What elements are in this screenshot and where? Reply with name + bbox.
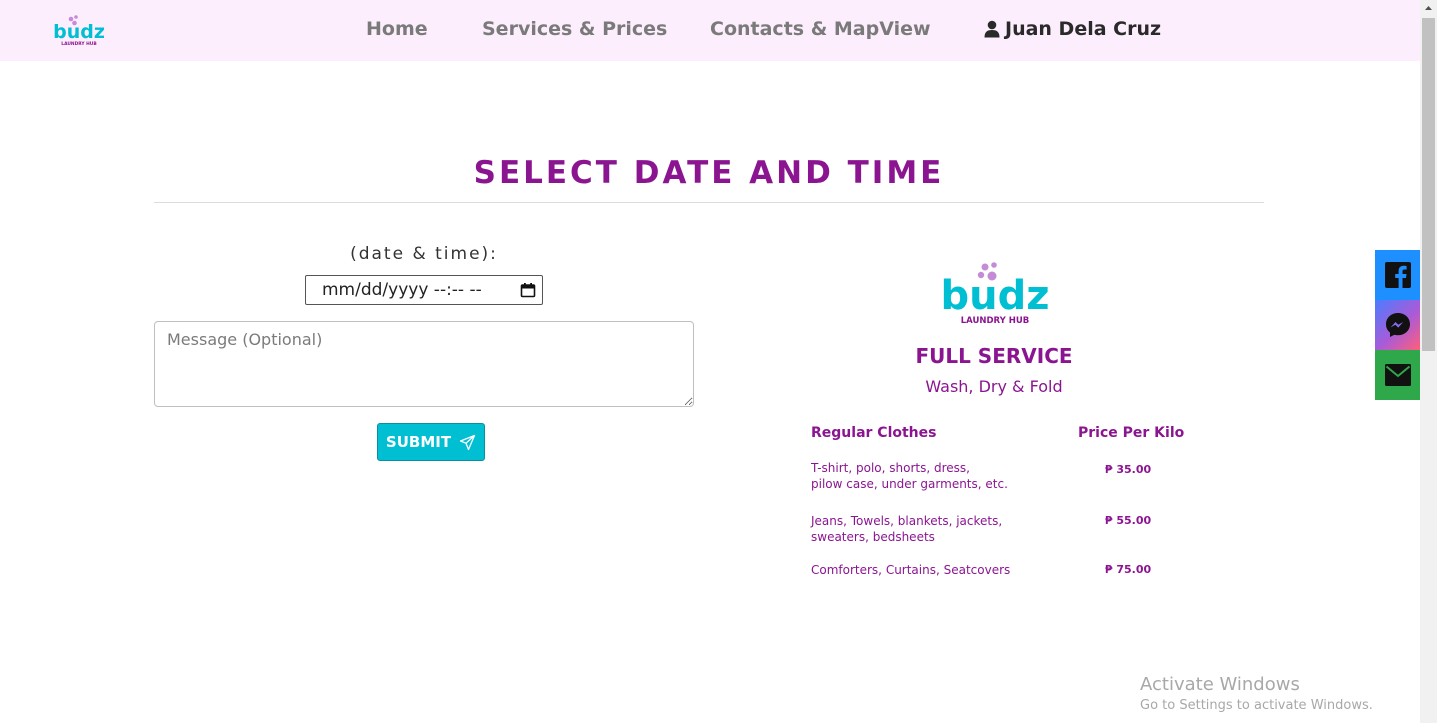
- budz-card-logo: budz LAUNDRY HUB: [940, 262, 1050, 326]
- messenger-icon: [1385, 313, 1410, 337]
- price-row-desc: T-shirt, polo, shorts, dress, pilow case…: [811, 460, 1051, 492]
- submit-button[interactable]: SUBMIT: [377, 423, 485, 461]
- service-subtitle: Wash, Dry & Fold: [925, 377, 1063, 396]
- submit-label: SUBMIT: [385, 433, 452, 451]
- price-row-price: ₱ 35.00: [1104, 463, 1152, 476]
- message-textarea[interactable]: [154, 321, 694, 407]
- title-divider: [154, 202, 1264, 203]
- price-row-line: T-shirt, polo, shorts, dress,: [811, 461, 970, 475]
- service-title: FULL SERVICE: [915, 344, 1073, 368]
- facebook-icon: [1384, 262, 1411, 288]
- price-row-price: ₱ 75.00: [1104, 563, 1152, 576]
- page-scrollbar[interactable]: [1420, 0, 1437, 723]
- scrollbar-thumb[interactable]: [1422, 18, 1435, 351]
- top-navbar: budz LAUNDRY HUB Home Services & Prices …: [0, 0, 1420, 61]
- facebook-button[interactable]: [1375, 250, 1420, 300]
- datetime-input-value: mm/dd/yyyy --:-- --: [322, 280, 482, 300]
- user-name: Juan Dela Cruz: [1005, 18, 1162, 40]
- calendar-icon[interactable]: [520, 282, 536, 298]
- price-row-price: ₱ 55.00: [1104, 514, 1152, 527]
- datetime-label: (date & time):: [350, 244, 498, 264]
- svg-text:budz: budz: [940, 273, 1049, 319]
- price-row-desc: Jeans, Towels, blankets, jackets, sweate…: [811, 513, 1051, 545]
- mail-icon: [1384, 364, 1411, 386]
- price-row-line: sweaters, bedsheets: [811, 530, 935, 544]
- nav-home[interactable]: Home: [366, 18, 428, 40]
- price-row-line: Jeans, Towels, blankets, jackets,: [811, 514, 1003, 528]
- price-row-line: pilow case, under garments, etc.: [811, 477, 1008, 491]
- price-row-desc: Comforters, Curtains, Seatcovers: [811, 562, 1051, 578]
- user-icon: [984, 20, 1000, 38]
- nav-services-prices[interactable]: Services & Prices: [482, 18, 667, 40]
- page-title: SELECT DATE AND TIME: [473, 155, 945, 191]
- activate-windows-subtitle: Go to Settings to activate Windows.: [1140, 698, 1373, 713]
- svg-text:budz: budz: [53, 21, 105, 43]
- email-button[interactable]: [1375, 350, 1420, 400]
- user-menu[interactable]: Juan Dela Cruz: [984, 18, 1161, 40]
- budz-logo[interactable]: budz LAUNDRY HUB: [52, 14, 106, 48]
- activate-windows-title: Activate Windows: [1140, 674, 1300, 695]
- column-header-item: Regular Clothes: [811, 425, 937, 441]
- scroll-up-arrow-icon[interactable]: [1420, 0, 1437, 17]
- nav-contacts-mapview[interactable]: Contacts & MapView: [710, 18, 931, 40]
- column-header-price: Price Per Kilo: [1078, 425, 1185, 441]
- datetime-input[interactable]: mm/dd/yyyy --:-- --: [305, 275, 543, 305]
- send-icon: [459, 434, 476, 450]
- svg-text:LAUNDRY HUB: LAUNDRY HUB: [961, 316, 1030, 326]
- messenger-button[interactable]: [1375, 300, 1420, 350]
- svg-text:LAUNDRY HUB: LAUNDRY HUB: [61, 41, 97, 47]
- price-row-line: Comforters, Curtains, Seatcovers: [811, 563, 1011, 577]
